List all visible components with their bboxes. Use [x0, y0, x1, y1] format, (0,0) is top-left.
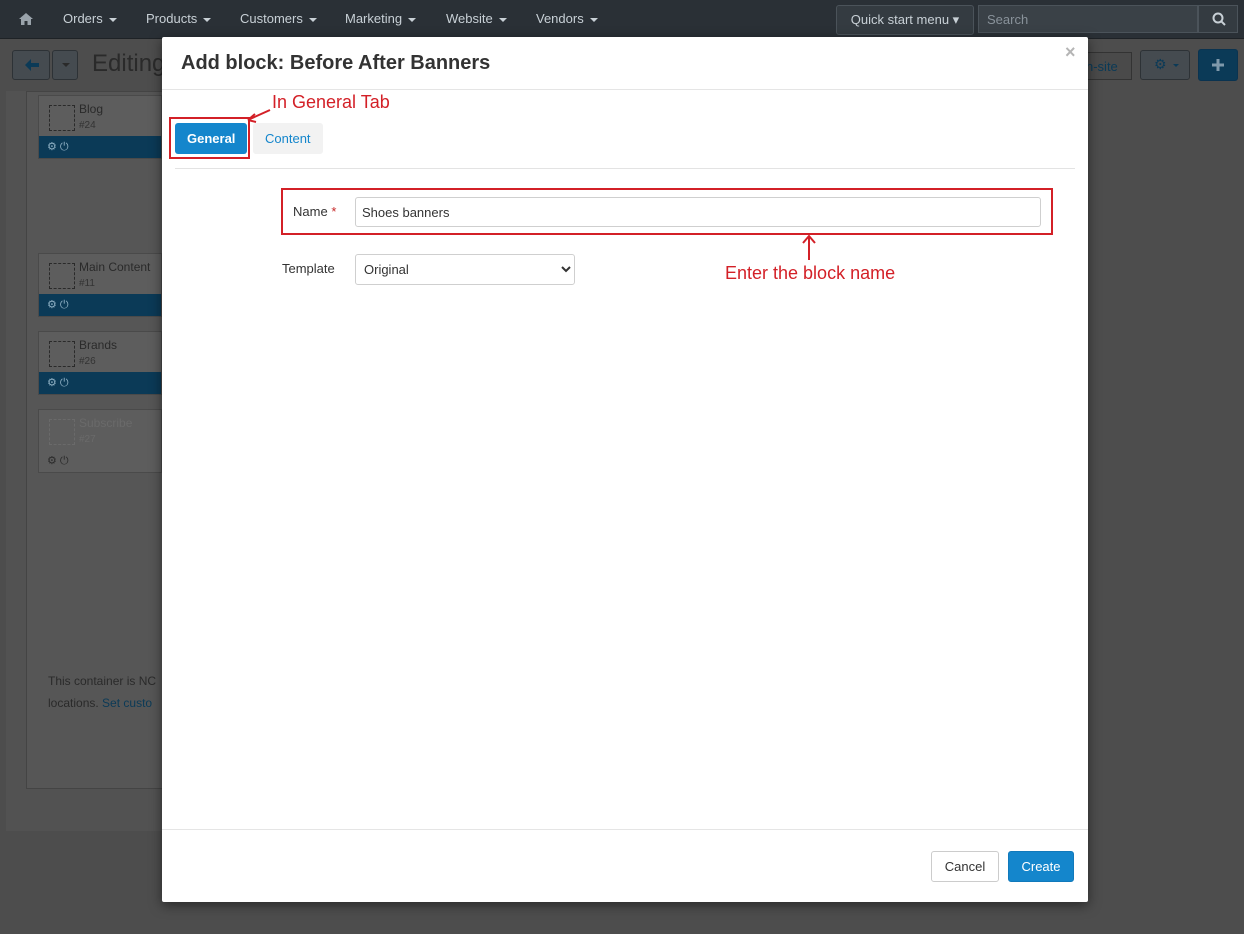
block-thumbnail — [49, 105, 75, 131]
add-button[interactable] — [1198, 49, 1238, 81]
menu-marketing[interactable]: Marketing — [345, 11, 417, 26]
quick-start-menu-button[interactable]: Quick start menu ▾ — [836, 5, 974, 35]
arrow-left-icon — [25, 59, 39, 71]
menu-website[interactable]: Website — [446, 11, 507, 26]
top-navbar: Orders Products Customers Marketing Webs… — [0, 0, 1244, 39]
block-thumbnail — [49, 263, 75, 289]
block-id: #27 — [79, 434, 96, 445]
gear-power-icon[interactable]: ⚙ ⏻ — [47, 454, 69, 468]
add-block-modal: Add block: Before After Banners × Genera… — [162, 37, 1088, 902]
block-card-subscribe[interactable]: Subscribe #27 ⚙ ⏻ — [38, 409, 162, 473]
close-icon[interactable]: × — [1065, 42, 1076, 63]
block-thumbnail — [49, 419, 75, 445]
block-action-bar: ⚙ ⏻ — [39, 294, 161, 316]
annotation-name-note: Enter the block name — [725, 263, 896, 283]
search-icon — [1212, 12, 1226, 26]
gear-power-icon[interactable]: ⚙ ⏻ — [47, 298, 69, 312]
block-action-bar: ⚙ ⏻ — [39, 450, 161, 472]
menu-orders[interactable]: Orders — [63, 11, 117, 26]
block-name: Brands — [79, 338, 118, 352]
chevron-down-icon — [62, 63, 70, 67]
set-custom-link[interactable]: Set custo — [102, 696, 152, 710]
cancel-button[interactable]: Cancel — [931, 851, 999, 882]
chevron-down-icon — [589, 17, 598, 22]
settings-button[interactable]: ⚙ — [1140, 50, 1190, 80]
block-name: Blog — [79, 102, 104, 116]
arrow-up-annotation-icon — [802, 234, 816, 260]
container-note-text: This container is NC — [48, 674, 157, 688]
gear-power-icon[interactable]: ⚙ ⏻ — [47, 140, 69, 154]
modal-title: Add block: Before After Banners — [181, 52, 491, 74]
tab-divider — [175, 168, 1075, 169]
search-input[interactable]: Search — [978, 5, 1198, 33]
back-button[interactable] — [12, 50, 50, 80]
plus-icon — [1212, 59, 1224, 71]
block-action-bar: ⚙ ⏻ — [39, 136, 161, 158]
search-button[interactable] — [1198, 5, 1238, 33]
block-name: Subscribe — [79, 416, 133, 430]
highlight-general-tab — [169, 117, 250, 159]
view-on-site-link[interactable]: n-site — [1082, 52, 1132, 80]
block-card-brands[interactable]: Brands #26 ⚙ ⏻ — [38, 331, 162, 395]
menu-customers[interactable]: Customers — [240, 11, 317, 26]
container-note-text2: locations. — [48, 696, 99, 710]
highlight-name-field — [281, 188, 1053, 235]
container-note: This container is NC locations. Set cust… — [48, 670, 162, 714]
modal-header: Add block: Before After Banners × — [162, 37, 1088, 90]
template-label: Template — [282, 261, 335, 276]
gear-icon: ⚙ — [1154, 56, 1167, 72]
block-action-bar: ⚙ ⏻ — [39, 372, 161, 394]
block-card-blog[interactable]: Blog #24 ⚙ ⏻ — [38, 95, 162, 159]
tab-content[interactable]: Content — [253, 123, 323, 154]
block-id: #26 — [79, 356, 96, 367]
gear-power-icon[interactable]: ⚙ ⏻ — [47, 376, 69, 390]
block-thumbnail — [49, 341, 75, 367]
block-id: #11 — [79, 278, 95, 289]
menu-vendors[interactable]: Vendors — [536, 11, 598, 26]
annotation-tab-note: In General Tab — [272, 92, 390, 112]
chevron-down-icon — [108, 17, 117, 22]
arrow-annotation-icon — [247, 109, 271, 123]
menu-products[interactable]: Products — [146, 11, 212, 26]
block-id: #24 — [79, 120, 96, 131]
chevron-down-icon — [408, 17, 417, 22]
create-button[interactable]: Create — [1008, 851, 1074, 882]
block-name: Main Content — [79, 260, 151, 274]
chevron-down-icon — [498, 17, 507, 22]
chevron-down-icon — [203, 17, 212, 22]
chevron-down-icon — [308, 17, 317, 22]
modal-footer: Cancel Create — [162, 829, 1088, 903]
chevron-down-icon — [1173, 64, 1179, 67]
home-icon[interactable] — [18, 11, 34, 27]
block-card-main-content[interactable]: Main Content #11 ⚙ ⏻ — [38, 253, 162, 317]
page-title: Editing — [92, 50, 166, 77]
back-dropdown-button[interactable] — [52, 50, 78, 80]
template-select[interactable]: Original — [355, 254, 575, 285]
